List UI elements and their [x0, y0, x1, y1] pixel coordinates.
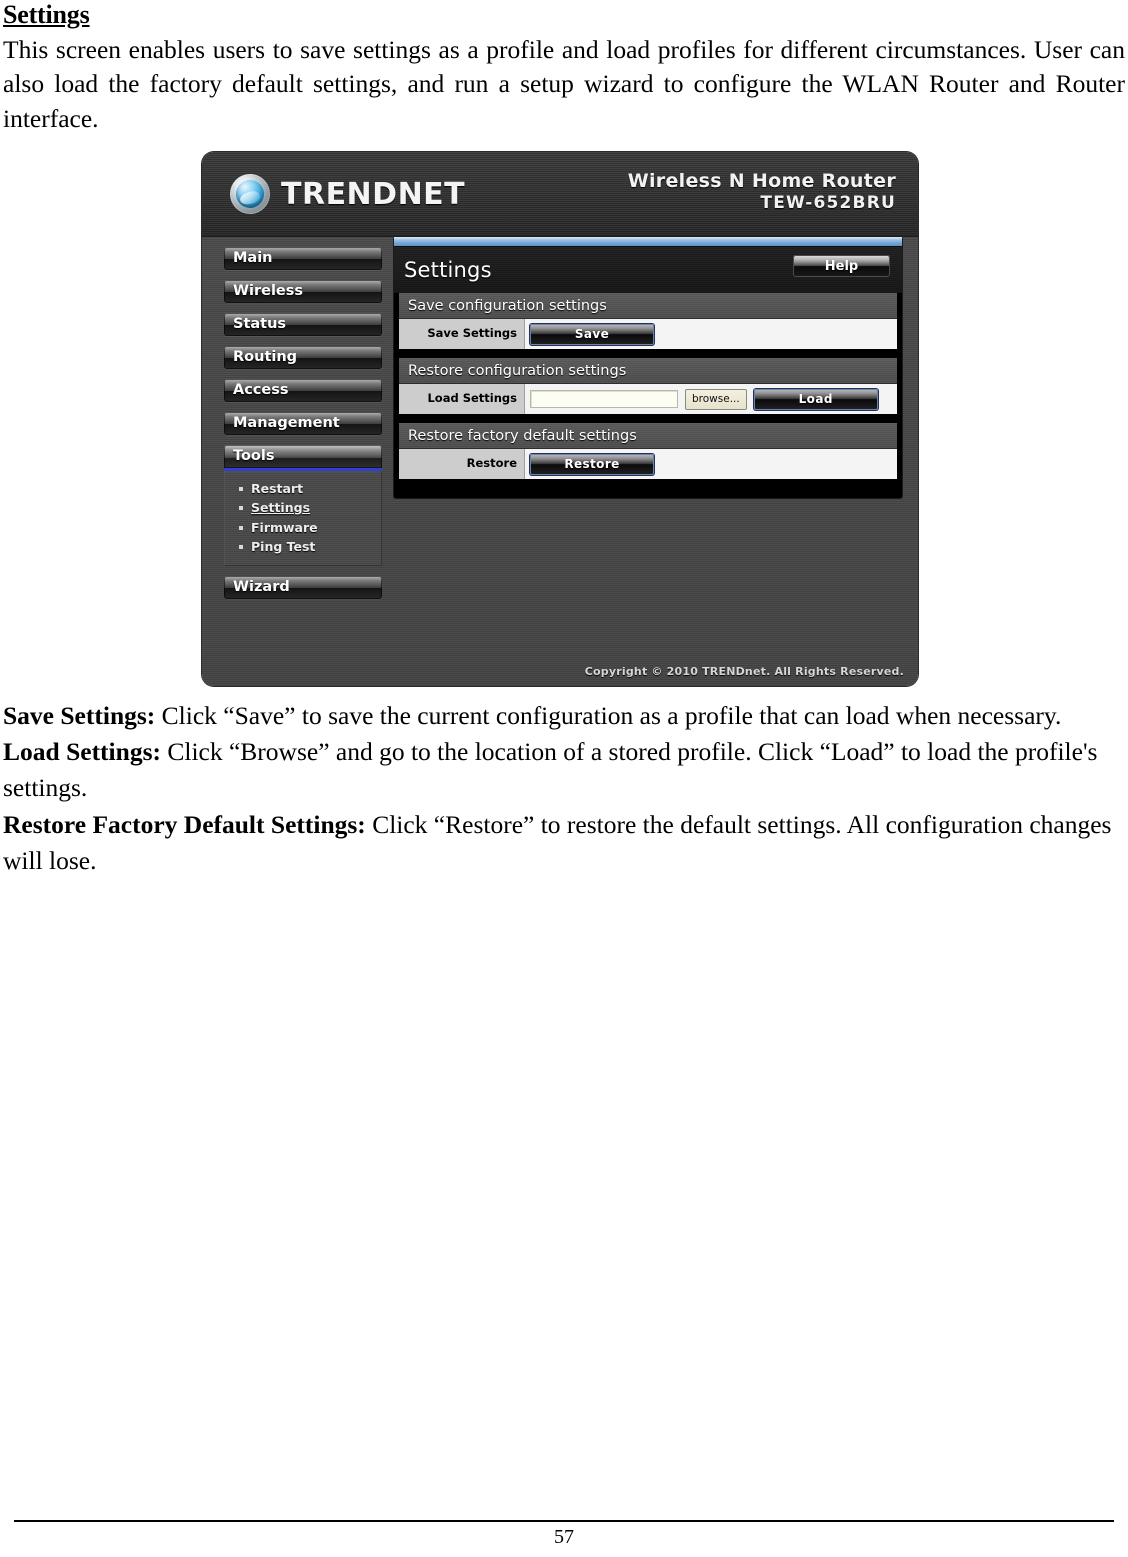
- restore-row: Restore Restore: [399, 449, 897, 479]
- description-text: Click “Browse” and go to the location of…: [3, 737, 1098, 803]
- description-save-settings: Save Settings: Click “Save” to save the …: [3, 698, 1125, 734]
- description-term: Save Settings:: [3, 701, 156, 730]
- description-restore-factory-defaults: Restore Factory Default Settings: Click …: [3, 807, 1125, 879]
- router-admin-screenshot: TRENDNET Wireless N Home Router TEW-652B…: [202, 152, 918, 686]
- load-settings-file-input[interactable]: [530, 390, 678, 408]
- restore-button-label: Restore: [564, 457, 620, 471]
- product-identity: Wireless N Home Router TEW-652BRU: [628, 170, 896, 213]
- sidebar-item-access[interactable]: Access: [224, 379, 382, 402]
- panel-title: Settings: [404, 258, 492, 282]
- submenu-item-settings[interactable]: Settings: [225, 499, 381, 519]
- page-footer: 57: [14, 1520, 1114, 1549]
- restore-value-cell: Restore: [525, 449, 897, 479]
- sidebar-nav: Main Wireless Status Routing Access Mana…: [224, 247, 382, 609]
- section-heading-label: Restore configuration settings: [408, 362, 627, 379]
- submenu-item-firmware[interactable]: Firmware: [225, 518, 381, 538]
- load-settings-label-cell: Load Settings: [399, 384, 525, 414]
- sidebar-item-label: Routing: [233, 349, 298, 366]
- product-name: Wireless N Home Router: [627, 170, 896, 192]
- sidebar-item-label: Wireless: [233, 283, 304, 300]
- footer-divider: [14, 1520, 1114, 1522]
- copyright-notice: Copyright © 2010 TRENDnet. All Rights Re…: [584, 665, 904, 678]
- sidebar-item-label: Status: [233, 316, 287, 333]
- load-settings-value-cell: browse... Load: [525, 384, 897, 414]
- sidebar-item-label: Access: [233, 382, 289, 399]
- bullet-icon: [239, 506, 243, 511]
- product-model: TEW-652BRU: [760, 193, 896, 213]
- page-title: Settings: [3, 0, 90, 29]
- sidebar-item-tools[interactable]: Tools: [224, 445, 382, 471]
- save-settings-label-cell: Save Settings: [399, 319, 525, 349]
- load-settings-row: Load Settings browse... Load: [399, 384, 897, 414]
- sidebar-item-label: Main: [233, 250, 273, 267]
- router-body: Main Wireless Status Routing Access Mana…: [202, 237, 918, 686]
- sidebar-item-label: Wizard: [233, 579, 290, 596]
- save-button-label: Save: [574, 327, 610, 341]
- sidebar-item-main[interactable]: Main: [224, 247, 382, 270]
- panel-header: Settings Help: [394, 247, 902, 293]
- load-settings-label: Load Settings: [427, 391, 517, 406]
- section-restore-configuration: Restore configuration settings Load Sett…: [399, 358, 897, 414]
- section-restore-factory-defaults: Restore factory default settings Restore…: [399, 423, 897, 479]
- sidebar-item-label: Tools: [233, 448, 275, 465]
- tools-submenu: Restart Settings Firmware Ping Test: [224, 471, 382, 566]
- sidebar-item-label: Management: [233, 415, 340, 432]
- sidebar-item-management[interactable]: Management: [224, 412, 382, 435]
- document-descriptions: Save Settings: Click “Save” to save the …: [3, 698, 1125, 879]
- load-button-label: Load: [798, 392, 833, 406]
- bullet-icon: [239, 486, 243, 491]
- browse-button-label: browse...: [692, 392, 740, 405]
- bullet-icon: [239, 525, 243, 530]
- help-button-label: Help: [824, 258, 859, 274]
- restore-label: Restore: [466, 456, 517, 471]
- sidebar-item-wizard[interactable]: Wizard: [224, 576, 382, 599]
- submenu-item-restart[interactable]: Restart: [225, 479, 381, 499]
- router-banner: TRENDNET Wireless N Home Router TEW-652B…: [202, 152, 918, 237]
- section-save-configuration: Save configuration settings Save Setting…: [399, 293, 897, 349]
- submenu-item-label[interactable]: Firmware: [251, 521, 318, 535]
- load-button[interactable]: Load: [753, 388, 878, 410]
- description-term: Load Settings:: [3, 737, 161, 767]
- sidebar-item-wireless[interactable]: Wireless: [224, 280, 382, 303]
- intro-paragraph: This screen enables users to save settin…: [3, 34, 1125, 134]
- submenu-item-label[interactable]: Ping Test: [251, 540, 315, 554]
- save-settings-label: Save Settings: [427, 326, 517, 341]
- save-button[interactable]: Save: [530, 323, 654, 345]
- brand-logo: TRENDNET: [230, 174, 465, 214]
- sidebar-item-routing[interactable]: Routing: [224, 346, 382, 369]
- browse-button[interactable]: browse...: [685, 388, 747, 410]
- bullet-icon: [239, 545, 243, 550]
- description-load-settings: Load Settings: Click “Browse” and go to …: [3, 734, 1125, 806]
- submenu-item-ping-test[interactable]: Ping Test: [225, 538, 381, 558]
- section-heading-label: Restore factory default settings: [408, 427, 637, 444]
- save-settings-row: Save Settings Save: [399, 319, 897, 349]
- restore-button[interactable]: Restore: [530, 453, 654, 475]
- section-heading: Restore configuration settings: [399, 358, 897, 384]
- submenu-item-label[interactable]: Settings: [251, 501, 310, 515]
- description-text: Click “Save” to save the current configu…: [155, 701, 1062, 730]
- section-heading: Restore factory default settings: [399, 423, 897, 449]
- sidebar-item-status[interactable]: Status: [224, 313, 382, 336]
- trendnet-globe-icon: [230, 174, 270, 214]
- restore-label-cell: Restore: [399, 449, 525, 479]
- help-button[interactable]: Help: [793, 255, 890, 277]
- section-heading: Save configuration settings: [399, 293, 897, 319]
- submenu-item-label[interactable]: Restart: [251, 482, 303, 496]
- document-body: Settings This screen enables users to sa…: [3, 0, 1125, 137]
- panel-accent-bar: [394, 237, 902, 247]
- description-term: Restore Factory Default Settings:: [3, 809, 366, 839]
- brand-wordmark: TRENDNET: [281, 176, 466, 212]
- section-heading-label: Save configuration settings: [408, 297, 607, 314]
- page-number: 57: [554, 1526, 574, 1548]
- save-settings-value-cell: Save: [525, 319, 897, 349]
- content-panel: Settings Help Save configuration setting…: [394, 237, 902, 498]
